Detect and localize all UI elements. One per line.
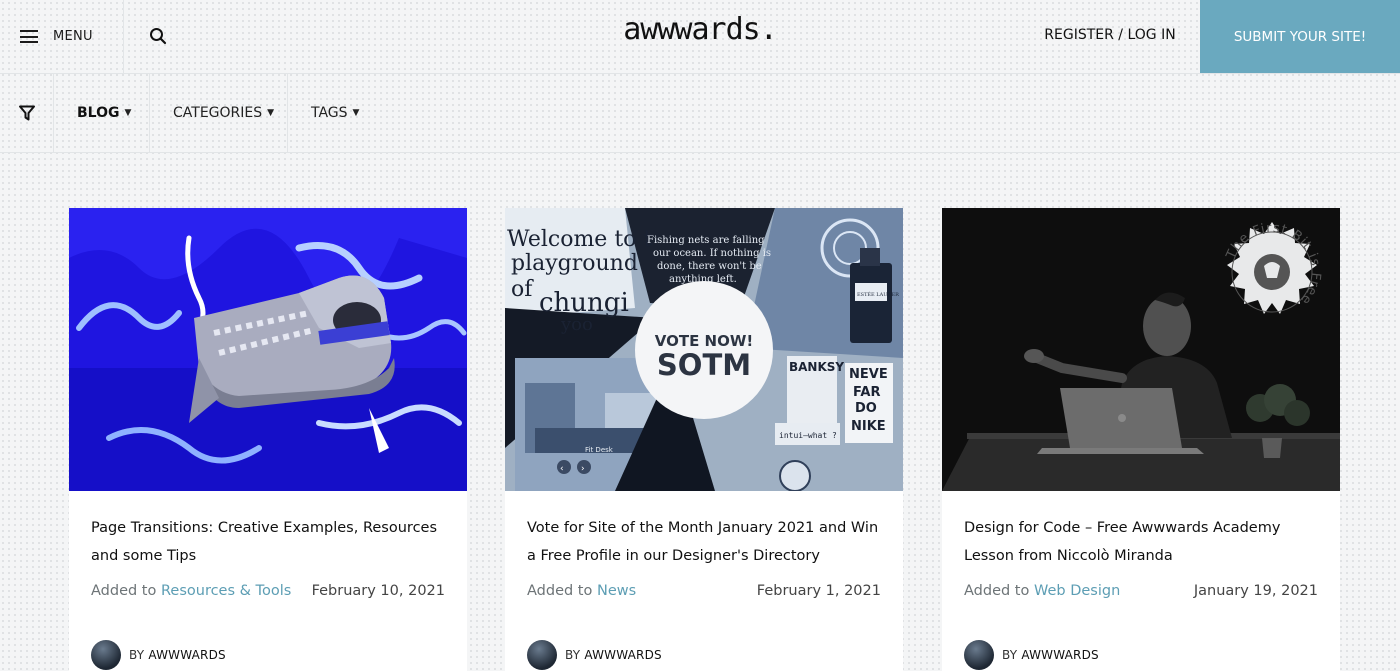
logo-container: awwwards. (0, 12, 1400, 47)
article-title[interactable]: Design for Code – Free Awwwards Academy … (964, 514, 1324, 570)
caret-down-icon: ▼ (352, 107, 360, 118)
article-title[interactable]: Vote for Site of the Month January 2021 … (527, 514, 887, 570)
by-label: BY (565, 648, 585, 662)
author-name-link[interactable]: AWWWARDS (584, 648, 662, 662)
author-avatar[interactable] (964, 640, 994, 670)
author-avatar[interactable] (91, 640, 121, 670)
article-author: BY AWWWARDS (964, 640, 1099, 670)
added-to-label: Added to (964, 583, 1034, 599)
article-card: Welcome to t playground of chungi yoo Fi… (505, 208, 903, 671)
article-thumbnail-design-for-code[interactable]: The First Bit is Free (942, 208, 1340, 491)
svg-text:‹: ‹ (560, 464, 564, 474)
article-title[interactable]: Page Transitions: Creative Examples, Res… (91, 514, 451, 570)
collage-quote-line: our ocean. If nothing is (653, 248, 771, 259)
search-icon (150, 28, 167, 45)
filter-bar: BLOG ▼ CATEGORIES ▼ TAGS ▼ (0, 73, 1400, 152)
academy-lesson-image: The First Bit is Free (942, 208, 1340, 491)
added-to-label: Added to (91, 583, 161, 599)
collage-quote-line: done, there won't be (657, 261, 762, 272)
collage-text-line: of (511, 277, 534, 302)
poster-text: BANKSY (789, 360, 844, 374)
filter-icon (18, 105, 35, 120)
article-meta: Added to Web Design January 19, 2021 (964, 583, 1318, 603)
menu-label: MENU (53, 29, 93, 44)
article-meta: Added to Resources & Tools February 10, … (91, 583, 445, 603)
bottle-label: ESTÉE LAUDER (857, 290, 899, 298)
sotm-badge-text: SOTM (657, 348, 751, 382)
caret-down-icon: ▼ (124, 107, 132, 118)
collage-sign-text: Fit Desk (585, 446, 614, 454)
author-byline: BY AWWWARDS (129, 648, 226, 662)
caret-down-icon: ▼ (267, 107, 275, 118)
author-byline: BY AWWWARDS (565, 648, 662, 662)
hamburger-icon (20, 30, 38, 43)
filter-categories-dropdown[interactable]: CATEGORIES ▼ (150, 73, 288, 152)
by-label: BY (1002, 648, 1022, 662)
filter-divider (0, 152, 1400, 153)
article-card: The First Bit is Free Design for Code – … (942, 208, 1340, 671)
filter-blog-label: BLOG (77, 104, 120, 121)
collage-chip-text: intui–what ? (779, 431, 837, 440)
article-date: February 1, 2021 (756, 583, 881, 599)
menu-button[interactable]: MENU (0, 0, 124, 73)
svg-text:›: › (581, 464, 585, 474)
author-name-link[interactable]: AWWWARDS (1021, 648, 1099, 662)
sotm-collage-image: Welcome to t playground of chungi yoo Fi… (505, 208, 903, 491)
filter-blog-dropdown[interactable]: BLOG ▼ (54, 73, 150, 152)
collage-text-line: Welcome to t (507, 227, 652, 252)
awwwards-logo[interactable]: awwwards. (623, 12, 778, 47)
article-card: Page Transitions: Creative Examples, Res… (69, 208, 467, 671)
article-thumbnail-vote-sotm[interactable]: Welcome to t playground of chungi yoo Fi… (505, 208, 903, 491)
top-navigation-bar: MENU awwwards. REGISTER / LOG IN SUBMIT … (0, 0, 1400, 73)
article-author: BY AWWWARDS (527, 640, 662, 670)
sneaker-illustration-image (69, 208, 467, 491)
category-link[interactable]: Resources & Tools (161, 583, 291, 599)
author-avatar[interactable] (527, 640, 557, 670)
author-byline: BY AWWWARDS (1002, 648, 1099, 662)
added-to-label: Added to (527, 583, 597, 599)
author-name-link[interactable]: AWWWARDS (148, 648, 226, 662)
article-author: BY AWWWARDS (91, 640, 226, 670)
article-date: January 19, 2021 (1193, 583, 1318, 599)
by-label: BY (129, 648, 149, 662)
poster-text: NIKE (851, 419, 886, 434)
collage-quote-line: Fishing nets are falling (647, 235, 765, 246)
filter-button[interactable] (0, 73, 54, 152)
collage-text-line: yoo (560, 314, 593, 335)
filter-categories-label: CATEGORIES (173, 104, 263, 121)
search-button[interactable] (146, 24, 170, 48)
submit-your-site-button[interactable]: SUBMIT YOUR SITE! (1200, 0, 1400, 73)
article-date: February 10, 2021 (311, 583, 445, 599)
article-thumbnail-page-transitions[interactable] (69, 208, 467, 491)
register-login-link[interactable]: REGISTER / LOG IN (1030, 0, 1190, 73)
category-link[interactable]: News (597, 583, 636, 599)
filter-tags-dropdown[interactable]: TAGS ▼ (288, 73, 384, 152)
filter-tags-label: TAGS (311, 104, 348, 121)
category-link[interactable]: Web Design (1034, 583, 1120, 599)
collage-text-line: playground (511, 251, 638, 276)
poster-text: FAR (853, 385, 880, 400)
poster-text: NEVE (849, 367, 888, 382)
poster-text: DO (855, 401, 877, 416)
article-meta: Added to News February 1, 2021 (527, 583, 881, 603)
